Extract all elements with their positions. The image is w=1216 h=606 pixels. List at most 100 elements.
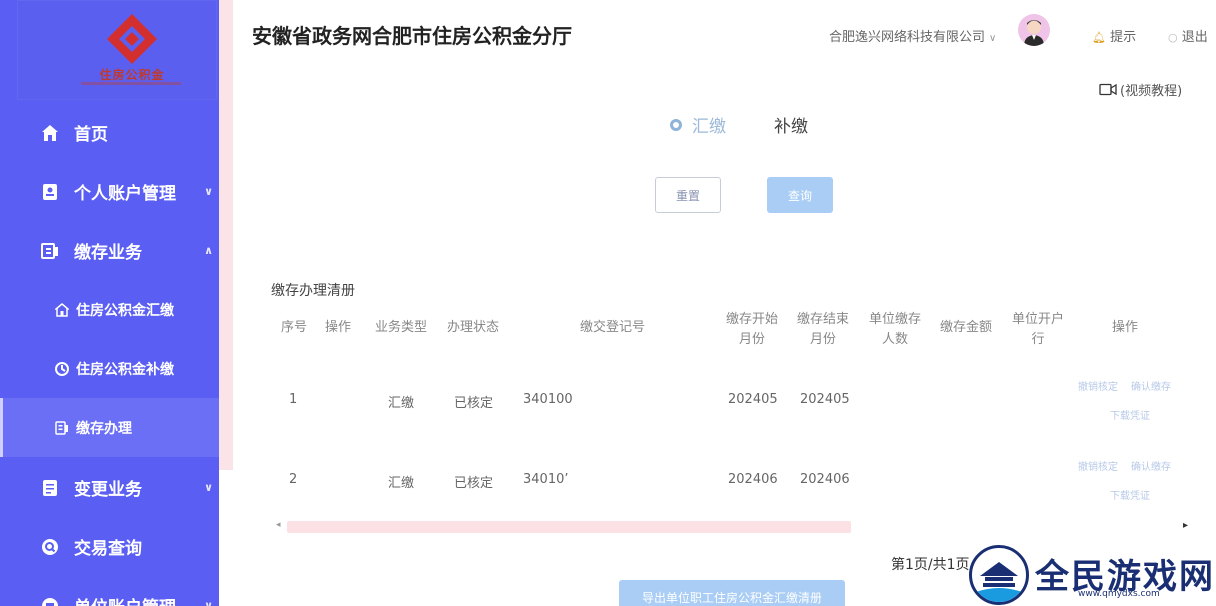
logo-text: 住房公积金 <box>99 68 165 82</box>
sidebar-item-unit-account[interactable]: 单位账户管理 ∨ <box>0 576 219 606</box>
video-tutorial-label: (视频教程) <box>1120 84 1183 99</box>
logo: 住房公积金 <box>17 0 217 100</box>
column-header-start-line1: 缴存开始 <box>726 312 779 327</box>
cancel-verify-link[interactable]: 撤销核定 <box>1078 458 1118 473</box>
house-icon <box>54 302 70 318</box>
column-header-start: 缴存开始 月份 <box>726 310 778 350</box>
sidebar-item-home[interactable]: 首页 <box>0 103 219 162</box>
logout-label: 退出 <box>1181 30 1208 45</box>
video-tutorial-link[interactable]: (视频教程) <box>1099 80 1182 99</box>
sidebar-item-personal-account[interactable]: 个人账户管理 ∨ <box>0 162 219 221</box>
search-icon <box>40 537 60 557</box>
column-header-op: 操作 <box>325 320 352 335</box>
cell-end: 202405 <box>800 392 850 407</box>
radio-label: 补缴 <box>774 117 808 137</box>
cell-reg: 34010’ <box>523 472 569 487</box>
cell-status: 已核定 <box>454 396 494 411</box>
column-header-type: 业务类型 <box>375 320 428 335</box>
video-camera-icon <box>1099 83 1117 96</box>
horizontal-scrollbar[interactable] <box>287 521 851 533</box>
sidebar-subitem-label: 住房公积金汇缴 <box>76 302 174 319</box>
bell-icon: 🔔︎ <box>1092 31 1106 44</box>
sidebar-item-label: 缴存业务 <box>74 243 142 263</box>
column-header-bank-line2: 行 <box>1031 332 1045 347</box>
avatar[interactable] <box>1018 14 1050 46</box>
radio-label: 汇缴 <box>692 117 726 137</box>
sidebar-item-label: 交易查询 <box>74 539 142 559</box>
column-header-amount: 缴存金额 <box>940 320 993 335</box>
scroll-left-icon[interactable]: ◂ <box>276 520 281 530</box>
cell-seq: 1 <box>289 392 298 407</box>
download-voucher-link[interactable]: 下载凭证 <box>1110 487 1150 502</box>
chevron-down-icon: ∨ <box>204 481 213 494</box>
home-icon <box>40 123 60 143</box>
refund-icon <box>54 361 70 377</box>
cell-end: 202406 <box>800 472 850 487</box>
cell-start: 202406 <box>728 472 778 487</box>
sidebar-item-change[interactable]: 变更业务 ∨ <box>0 458 219 517</box>
company-selector[interactable]: 合肥逸兴网络科技有限公司 ∨ <box>829 26 996 45</box>
logo-underline <box>81 82 181 85</box>
radio-option-regular[interactable]: 汇缴 <box>670 112 726 137</box>
column-header-count: 单位缴存 人数 <box>869 310 921 350</box>
document-icon <box>40 478 60 498</box>
download-voucher-link[interactable]: 下载凭证 <box>1110 407 1150 422</box>
column-header-reg: 缴交登记号 <box>580 320 646 335</box>
logout-link[interactable]: ○ 退出 <box>1168 26 1208 45</box>
deposit-icon <box>54 420 70 436</box>
watermark-logo-icon <box>969 545 1029 605</box>
power-icon: ○ <box>1168 31 1178 44</box>
deposit-type-radio-group: 汇缴 补缴 <box>670 112 808 137</box>
sidebar-item-label: 个人账户管理 <box>74 184 176 204</box>
confirm-deposit-link[interactable]: 确认缴存 <box>1131 458 1171 473</box>
cancel-verify-link[interactable]: 撤销核定 <box>1078 378 1118 393</box>
chevron-up-icon: ∧ <box>204 244 213 257</box>
cell-reg: 340100 <box>523 392 573 407</box>
watermark-url: www.qmydxs.com <box>1078 589 1160 599</box>
cell-type: 汇缴 <box>388 476 415 491</box>
sidebar-subitem-deposit-handling[interactable]: 缴存办理 <box>0 398 219 457</box>
sidebar-item-label: 单位账户管理 <box>74 593 176 606</box>
account-icon <box>40 596 60 606</box>
column-header-action: 操作 <box>1112 320 1139 335</box>
deposit-icon <box>40 241 60 261</box>
radio-selected-icon <box>670 118 682 131</box>
column-header-bank: 单位开户 行 <box>1012 310 1064 350</box>
hint-link[interactable]: 🔔︎ 提示 <box>1092 26 1136 45</box>
list-title: 缴存办理清册 <box>271 283 355 299</box>
chevron-down-icon: ∨ <box>204 599 213 606</box>
export-button[interactable]: 导出单位职工住房公积金汇缴清册 <box>619 580 845 606</box>
column-header-count-line2: 人数 <box>882 332 909 347</box>
sidebar-edge <box>219 0 233 470</box>
query-button[interactable]: 查询 <box>767 177 833 213</box>
sidebar-item-transaction-query[interactable]: 交易查询 <box>0 517 219 576</box>
cell-status: 已核定 <box>454 476 494 491</box>
user-avatar-icon <box>1024 20 1044 46</box>
column-header-end: 缴存结束 月份 <box>797 310 849 350</box>
reset-button[interactable]: 重置 <box>655 177 721 213</box>
scroll-right-icon[interactable]: ▸ <box>1183 520 1188 531</box>
logo-icon <box>107 14 157 64</box>
sidebar-item-deposit[interactable]: 缴存业务 ∧ <box>0 221 219 280</box>
radio-option-supplement[interactable]: 补缴 <box>774 112 808 137</box>
pagination-text: 第1页/共1页 <box>891 557 970 573</box>
sidebar: 住房公积金 首页 个人账户管理 ∨ 缴存业务 ∧ 住房公积金汇缴 住房公积金补缴… <box>0 0 219 606</box>
cell-seq: 2 <box>289 472 298 487</box>
chevron-down-icon: ∨ <box>989 33 997 44</box>
app-window: 住房公积金 首页 个人账户管理 ∨ 缴存业务 ∧ 住房公积金汇缴 住房公积金补缴… <box>0 0 1216 606</box>
column-header-count-line1: 单位缴存 <box>869 312 922 327</box>
column-header-start-line2: 月份 <box>739 332 766 347</box>
cell-start: 202405 <box>728 392 778 407</box>
column-header-bank-line1: 单位开户 <box>1012 312 1065 327</box>
sidebar-item-label: 首页 <box>74 125 108 145</box>
company-name: 合肥逸兴网络科技有限公司 <box>829 30 986 45</box>
confirm-deposit-link[interactable]: 确认缴存 <box>1131 378 1171 393</box>
sidebar-subitem-housing-fund-deposit[interactable]: 住房公积金汇缴 <box>0 280 219 339</box>
person-card-icon <box>40 182 60 202</box>
sidebar-subitem-label: 缴存办理 <box>76 420 132 437</box>
column-header-seq: 序号 <box>281 320 308 335</box>
column-header-end-line2: 月份 <box>810 332 837 347</box>
sidebar-subitem-label: 住房公积金补缴 <box>76 361 174 378</box>
hint-label: 提示 <box>1110 30 1137 45</box>
sidebar-subitem-housing-fund-supplement[interactable]: 住房公积金补缴 <box>0 339 219 398</box>
